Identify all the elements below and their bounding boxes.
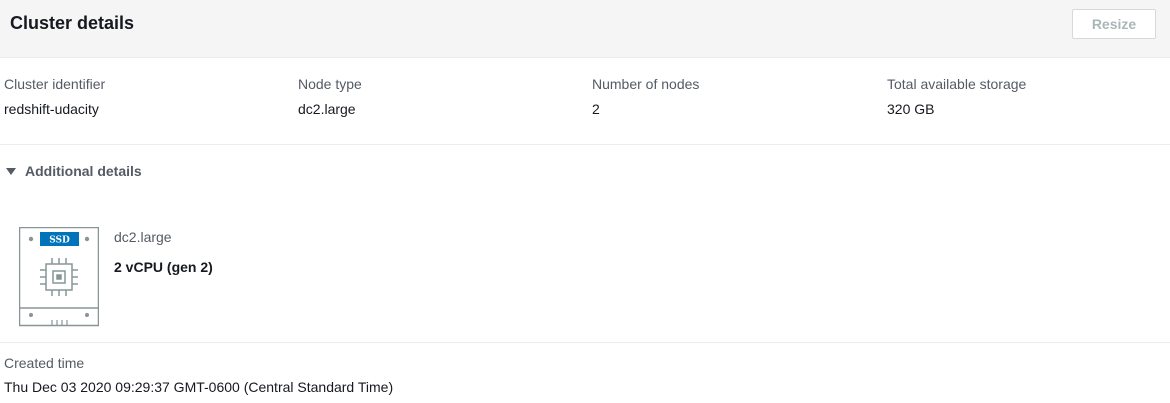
page-title: Cluster details [10,13,135,33]
total-storage-value: 320 GB [887,101,935,117]
node-info: dc2.large 2 vCPU (gen 2) [114,229,213,276]
created-time-label: Created time [4,355,85,371]
total-storage-field: Total available storage 320 GB [887,76,1026,118]
additional-details-toggle[interactable]: Additional details [6,163,142,179]
created-time-field: Created time Thu Dec 03 2020 09:29:37 GM… [4,355,393,396]
node-type-label: Node type [298,76,362,92]
cluster-identifier-value: redshift-udacity [4,101,99,117]
resize-button[interactable]: Resize [1072,9,1156,39]
number-of-nodes-label: Number of nodes [592,76,700,92]
node-card-type: dc2.large [114,229,172,245]
ssd-badge-label: SSD [49,236,70,246]
cluster-identifier-field: Cluster identifier redshift-udacity [4,76,105,118]
node-card-spec: 2 vCPU (gen 2) [114,259,213,275]
cluster-summary: Cluster identifier redshift-udacity Node… [0,58,1170,145]
created-time-value: Thu Dec 03 2020 09:29:37 GMT-0600 (Centr… [4,379,394,395]
node-type-field: Node type dc2.large [298,76,362,118]
panel-header: Cluster details Resize [0,0,1170,58]
total-storage-label: Total available storage [887,76,1027,92]
node-card: SSD [18,226,100,332]
additional-details-label: Additional details [25,163,142,179]
caret-down-icon [6,168,16,175]
cluster-identifier-label: Cluster identifier [4,76,106,92]
ssd-chip-icon: SSD [18,226,100,327]
node-type-value: dc2.large [298,101,356,117]
number-of-nodes-field: Number of nodes 2 [592,76,699,118]
number-of-nodes-value: 2 [592,101,600,117]
section-divider [0,342,1170,343]
